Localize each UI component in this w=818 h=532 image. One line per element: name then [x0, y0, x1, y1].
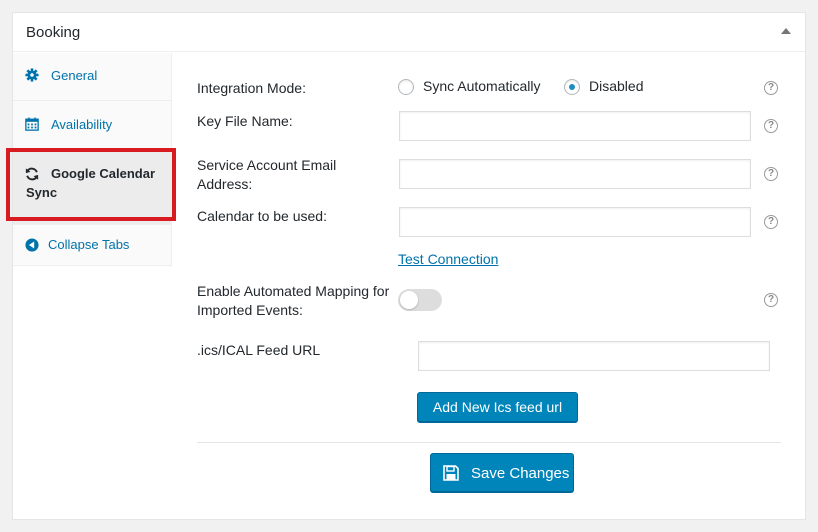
- panel-title: Booking: [26, 24, 81, 41]
- ics-feed-input[interactable]: [418, 341, 770, 371]
- key-file-help-icon[interactable]: ?: [764, 119, 778, 133]
- form-divider: [197, 442, 781, 443]
- tab-google-calendar-sync[interactable]: Google Calendar Sync: [13, 149, 172, 225]
- disabled-label[interactable]: Disabled: [589, 78, 643, 94]
- floppy-disk-icon: [443, 465, 459, 481]
- save-changes-label: Save Changes: [471, 465, 570, 482]
- tab-availability-label: Availability: [51, 117, 113, 132]
- key-file-input[interactable]: [399, 111, 751, 141]
- auto-mapping-toggle[interactable]: [398, 289, 442, 311]
- test-connection-link[interactable]: Test Connection: [398, 251, 498, 267]
- tab-google-calendar-sync-label: Google Calendar Sync: [26, 166, 156, 200]
- calendar-help-icon[interactable]: ?: [764, 215, 778, 229]
- collapse-arrow-icon: [25, 238, 39, 252]
- service-email-input[interactable]: [399, 159, 751, 189]
- service-email-label: Service Account Email Address:: [197, 157, 337, 192]
- calendar-icon: [25, 117, 39, 131]
- panel-header: Booking: [13, 13, 805, 52]
- sync-automatically-radio[interactable]: [398, 79, 414, 95]
- save-changes-button[interactable]: Save Changes: [430, 453, 574, 492]
- tab-availability[interactable]: Availability: [13, 101, 172, 149]
- calendar-input[interactable]: [399, 207, 751, 237]
- key-file-label: Key File Name:: [197, 113, 293, 129]
- panel-toggle-arrow-icon[interactable]: [781, 28, 791, 34]
- calendar-label: Calendar to be used:: [197, 208, 327, 224]
- ics-feed-label: .ics/ICAL Feed URL: [197, 342, 321, 358]
- tab-collapse-tabs[interactable]: Collapse Tabs: [13, 225, 172, 265]
- integration-mode-help-icon[interactable]: ?: [764, 81, 778, 95]
- gear-icon: [25, 68, 39, 82]
- service-email-help-icon[interactable]: ?: [764, 167, 778, 181]
- tab-general-label: General: [51, 68, 98, 83]
- tab-collapse-tabs-label: Collapse Tabs: [48, 237, 130, 252]
- integration-mode-label: Integration Mode:: [197, 80, 306, 96]
- sync-automatically-label[interactable]: Sync Automatically: [423, 78, 541, 94]
- auto-mapping-label: Enable Automated Mapping for Imported Ev…: [197, 283, 390, 318]
- sidebar-tabs: General Availability Google Calendar Syn…: [13, 53, 172, 266]
- auto-mapping-help-icon[interactable]: ?: [764, 293, 778, 307]
- add-ics-feed-button[interactable]: Add New Ics feed url: [417, 392, 578, 422]
- tab-general[interactable]: General: [13, 53, 172, 101]
- disabled-radio[interactable]: [564, 79, 580, 95]
